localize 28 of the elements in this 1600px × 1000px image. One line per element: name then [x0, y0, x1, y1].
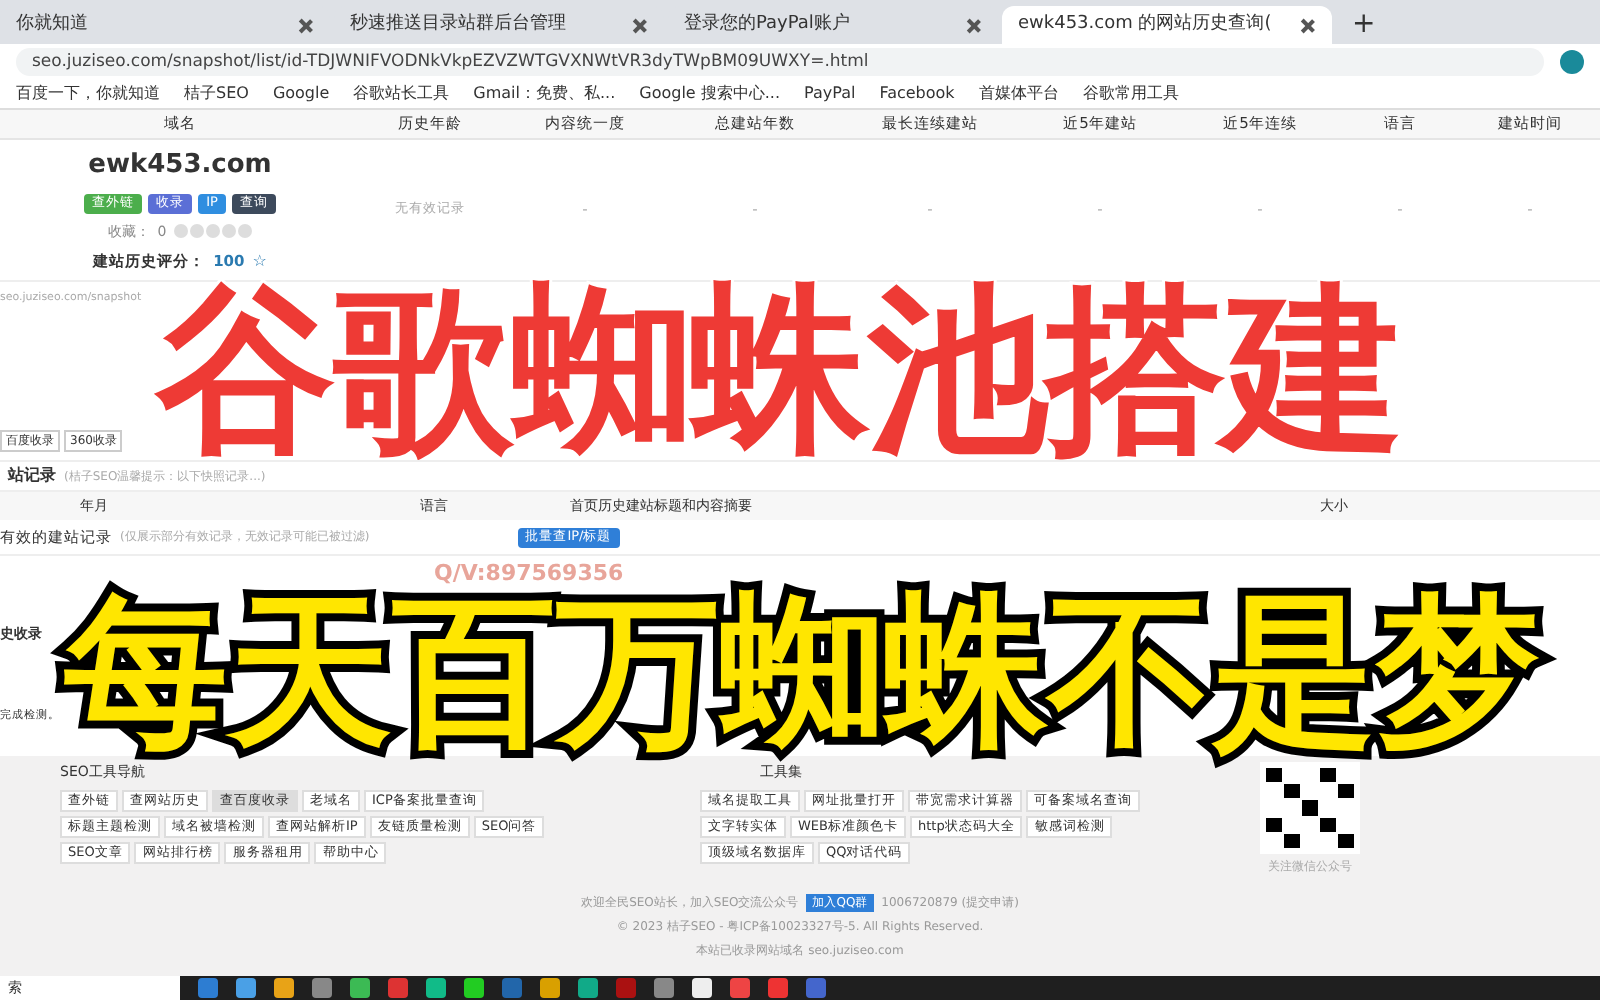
profile-avatar-icon[interactable]: [1560, 49, 1584, 73]
close-icon[interactable]: [298, 17, 314, 33]
address-field[interactable]: seo.juziseo.com/snapshot/list/id-TDJWNIFVODNkVkpEZVZWTGVXNWtVR3dyTWpBM09UWXY=.html: [16, 47, 1544, 75]
headline-text: 谷歌蜘蛛池搭建: [156, 282, 1402, 462]
qr-code-icon: [1260, 762, 1360, 854]
bookmark-link[interactable]: 谷歌站长工具: [353, 81, 450, 105]
close-icon[interactable]: [632, 17, 648, 33]
section-title: 站记录: [8, 464, 56, 488]
contact-text: Q/V:897569356: [434, 557, 624, 590]
close-icon[interactable]: [1300, 17, 1316, 33]
tab-title: 登录您的PayPal账户: [684, 11, 852, 38]
bookmark-link[interactable]: 首媒体平台: [978, 81, 1059, 105]
tab-title: 秒速推送目录站群后台管理: [350, 11, 568, 38]
bookmark-link[interactable]: 谷歌常用工具: [1082, 81, 1179, 105]
bookmark-link[interactable]: Gmail：免费、私...: [473, 81, 616, 105]
browser-tab[interactable]: ewk453.com 的网站历史查询(: [1002, 6, 1332, 44]
tab-title: ewk453.com 的网站历史查询(: [1018, 11, 1274, 38]
bookmark-link[interactable]: 桔子SEO: [184, 81, 249, 105]
bookmark-link[interactable]: Google: [272, 81, 330, 105]
tab-title: 你就知道: [16, 11, 90, 38]
bookmark-link[interactable]: PayPal: [804, 81, 856, 105]
bookmark-link[interactable]: Facebook: [879, 81, 955, 105]
bookmark-link[interactable]: 百度一下，你就知道: [16, 81, 160, 105]
bookmark-link[interactable]: Google 搜索中心...: [639, 81, 781, 105]
star-icon: ☆: [252, 250, 267, 274]
new-tab-button[interactable]: +: [1336, 6, 1392, 44]
close-icon[interactable]: [966, 17, 982, 33]
domain-title: ewk453.com: [88, 148, 272, 184]
